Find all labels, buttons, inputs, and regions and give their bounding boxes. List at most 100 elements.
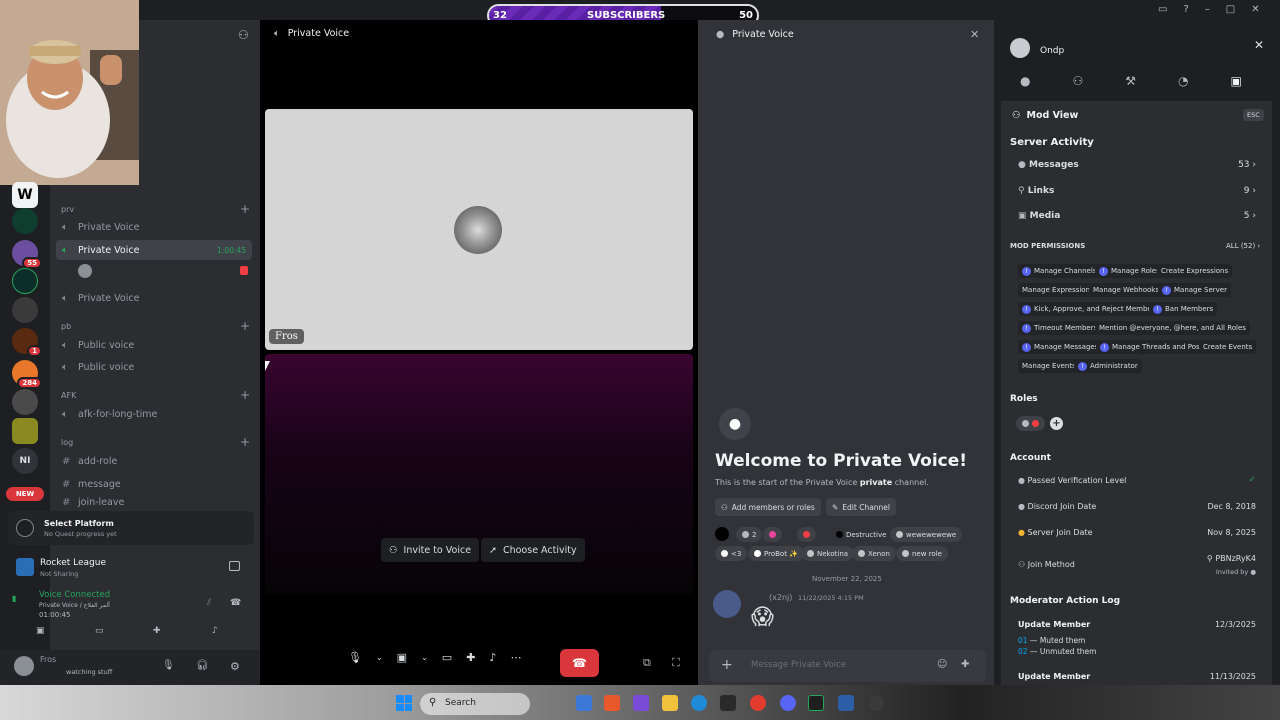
role-tag[interactable] — [1016, 416, 1045, 431]
choose-activity-button[interactable]: ➚ Choose Activity — [481, 538, 585, 562]
message-username[interactable]: (x2nj) — [769, 593, 792, 602]
create-channel-icon[interactable]: + — [240, 202, 250, 216]
voice-channel[interactable]: 🔈︎ Private Voice — [56, 217, 252, 237]
category-label[interactable]: prv — [61, 205, 74, 214]
windows-start-icon[interactable] — [396, 695, 412, 711]
voice-member-avatar[interactable] — [78, 264, 92, 278]
role-tag[interactable] — [763, 527, 782, 542]
add-role-button[interactable]: + — [1050, 417, 1063, 430]
disconnect-icon[interactable]: ☎ — [230, 598, 241, 608]
taskbar-app-icon[interactable] — [838, 695, 854, 711]
camera-off-icon[interactable]: ▣ — [397, 651, 407, 664]
screen-share-icon[interactable]: ▭ — [442, 651, 452, 664]
voice-channel[interactable]: 🔈︎ Public voice — [56, 335, 252, 355]
help-icon[interactable]: ? — [1183, 4, 1188, 15]
role-tag[interactable]: Xenon — [852, 546, 896, 561]
apps-icon[interactable]: ✚ — [961, 659, 969, 670]
minimize-icon[interactable]: – — [1205, 4, 1210, 15]
server-icon[interactable]: 284 — [12, 360, 42, 389]
taskbar-app-icon[interactable] — [808, 695, 824, 711]
esc-key-badge[interactable]: ESC — [1243, 109, 1264, 121]
add-members-button[interactable]: ⚇ Add members or roles — [715, 498, 821, 516]
voice-channel[interactable]: 🔈︎ Private Voice — [56, 288, 252, 308]
quest-panel[interactable]: Select Platform No Quest progress yet — [8, 511, 254, 545]
role-tag[interactable]: new role — [896, 546, 948, 561]
taskbar-app-icon[interactable] — [633, 695, 649, 711]
activities-icon[interactable]: ✚ — [466, 651, 475, 664]
avatar[interactable] — [14, 656, 34, 676]
close-window-icon[interactable]: ✕ — [1251, 4, 1259, 15]
text-channel[interactable]: # join-leave — [56, 497, 252, 509]
soundboard-icon[interactable]: ♪ — [212, 626, 218, 636]
category-label[interactable]: pb — [61, 322, 71, 331]
message-input[interactable]: + Message Private Voice ☺ ✚ — [709, 650, 986, 682]
server-icon[interactable]: 1 — [12, 328, 42, 357]
role-tag[interactable] — [797, 527, 816, 542]
chevron-down-icon[interactable]: ⌄ — [376, 653, 383, 662]
create-channel-icon[interactable]: + — [240, 388, 250, 402]
messages-tab-icon[interactable]: ● — [1020, 74, 1030, 88]
activity-row-media[interactable]: ▣ Media — [1018, 211, 1060, 221]
settings-gear-icon[interactable]: ⚙ — [230, 660, 240, 673]
profile-tab-icon[interactable]: ⚇ — [1072, 74, 1083, 88]
add-attachment-icon[interactable]: + — [721, 657, 733, 673]
role-tag[interactable]: wewewewewe — [890, 527, 963, 542]
fullscreen-icon[interactable]: ⛶ — [672, 656, 680, 670]
message-avatar[interactable] — [713, 590, 741, 618]
role-tag[interactable]: Destructive — [830, 527, 892, 542]
camera-off-icon[interactable]: ▣ — [36, 626, 45, 636]
task-view-icon[interactable] — [576, 695, 592, 711]
server-icon[interactable] — [12, 268, 38, 294]
server-icon[interactable]: 55 — [12, 240, 42, 269]
soundboard-icon[interactable]: ♪ — [489, 651, 496, 664]
screen-share-icon[interactable]: ▭ — [95, 626, 104, 636]
signal-icon[interactable]: ▮ — [12, 594, 22, 604]
file-explorer-icon[interactable] — [662, 695, 678, 711]
participant-tile[interactable]: Fros — [265, 109, 693, 350]
role-tag[interactable]: ProBot ✨ — [748, 546, 804, 561]
voice-channel[interactable]: 🔈︎ afk-for-long-time — [56, 404, 252, 424]
server-icon[interactable] — [12, 208, 38, 234]
taskbar-search[interactable]: ⚲ Search — [420, 693, 530, 715]
server-icon[interactable] — [12, 389, 38, 415]
close-panel-icon[interactable]: ✕ — [1254, 38, 1264, 52]
taskbar-app-icon[interactable] — [868, 695, 884, 711]
server-icon[interactable] — [12, 297, 38, 323]
disconnect-button[interactable]: ☎ — [560, 649, 599, 677]
discord-icon[interactable] — [780, 695, 796, 711]
server-icon-w[interactable]: W — [12, 182, 38, 208]
permissions-tab-icon[interactable]: ⚒ — [1125, 74, 1136, 88]
server-icon[interactable] — [12, 418, 38, 444]
activity-tab-icon[interactable]: ◔ — [1178, 74, 1188, 88]
create-channel-icon[interactable]: + — [240, 319, 250, 333]
emoji-icon[interactable]: ☺ — [937, 659, 947, 670]
activity-row-messages[interactable]: ● Messages — [1018, 160, 1079, 170]
member-avatar[interactable] — [1010, 38, 1030, 58]
role-tag[interactable]: 2 — [736, 527, 763, 542]
popout-icon[interactable]: ⧉ — [643, 656, 651, 670]
voice-channel-path[interactable]: Private Voice / ألمر الفلاح — [39, 602, 110, 609]
category-label[interactable]: AFK — [61, 391, 76, 400]
text-channel[interactable]: # message — [56, 474, 252, 494]
edit-channel-button[interactable]: ✎ Edit Channel — [826, 498, 896, 516]
chrome-icon[interactable] — [750, 695, 766, 711]
activity-row-links[interactable]: ⚲ Links — [1018, 186, 1054, 196]
text-channel[interactable]: # add-role — [56, 451, 252, 471]
microphone-icon[interactable]: 🎙︎ — [348, 651, 362, 664]
permissions-all-link[interactable]: ALL (52) › — [1226, 242, 1260, 250]
create-channel-icon[interactable]: + — [240, 435, 250, 449]
close-chat-icon[interactable]: ✕ — [970, 28, 979, 41]
noise-suppression-icon[interactable]: ⫽ — [207, 598, 211, 608]
headphones-icon[interactable]: 🎧︎ — [196, 660, 209, 671]
role-tag[interactable]: Nekotina — [801, 546, 855, 561]
activities-icon[interactable]: ✚ — [153, 626, 161, 636]
stream-icon[interactable] — [229, 561, 240, 571]
server-icon-ni[interactable]: NI — [12, 448, 38, 474]
role-tag[interactable]: <3 — [715, 546, 748, 561]
maximize-icon[interactable]: □ — [1226, 4, 1235, 15]
more-icon[interactable]: ⋯ — [510, 651, 521, 664]
username[interactable]: Fros — [40, 655, 56, 664]
voice-channel[interactable]: 🔈︎ Public voice — [56, 357, 252, 377]
taskbar-app-icon[interactable] — [604, 695, 620, 711]
microphone-icon[interactable]: 🎙︎ — [162, 660, 175, 671]
